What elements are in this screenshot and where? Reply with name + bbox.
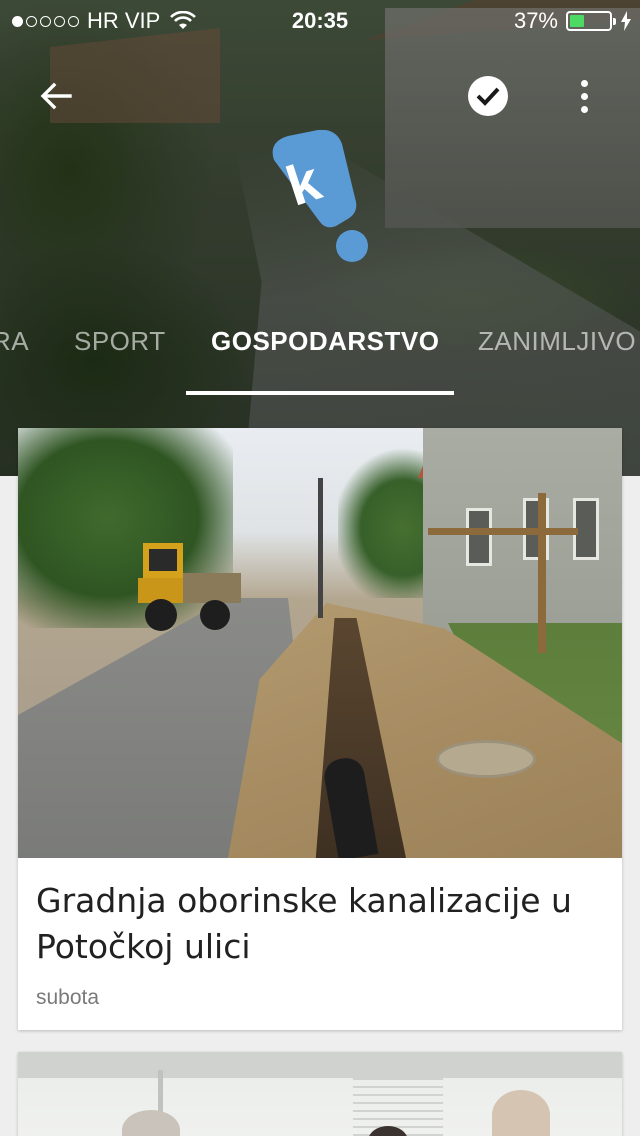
- header-hero: HR VIP 20:35 37% k RA SPORT GOSPODARSTVO…: [0, 0, 640, 476]
- arrow-back-icon: [40, 82, 72, 110]
- more-options-button[interactable]: [556, 68, 612, 124]
- battery-percentage: 37%: [513, 8, 558, 33]
- app-logo: k: [272, 130, 368, 262]
- back-button[interactable]: [28, 68, 84, 124]
- tab-gospodarstvo[interactable]: GOSPODARSTVO: [211, 326, 439, 357]
- article-title: Gradnja oborinske kanalizacije u Potočko…: [36, 881, 572, 966]
- more-vert-icon: [580, 79, 588, 113]
- category-tabs: RA SPORT GOSPODARSTVO ZANIMLJIVO: [0, 318, 640, 398]
- battery-icon: [566, 11, 616, 31]
- mark-read-button[interactable]: [460, 68, 516, 124]
- tab-sport[interactable]: SPORT: [74, 326, 166, 357]
- article-image: [18, 1052, 622, 1136]
- check-circle-icon: [468, 76, 508, 116]
- charging-icon: [621, 11, 631, 31]
- excavator: [138, 543, 241, 631]
- battery-level: [570, 15, 584, 27]
- article-card[interactable]: [18, 1052, 622, 1136]
- tab-indicator: [186, 391, 454, 395]
- tab-zanimljivo[interactable]: ZANIMLJIVO: [478, 326, 636, 357]
- article-date: subota: [36, 986, 100, 1009]
- status-bar: HR VIP 20:35 37%: [0, 0, 640, 40]
- tab-partial[interactable]: RA: [0, 326, 29, 357]
- article-card[interactable]: Gradnja oborinske kanalizacije u Potočko…: [18, 428, 622, 1030]
- article-image: [18, 428, 622, 858]
